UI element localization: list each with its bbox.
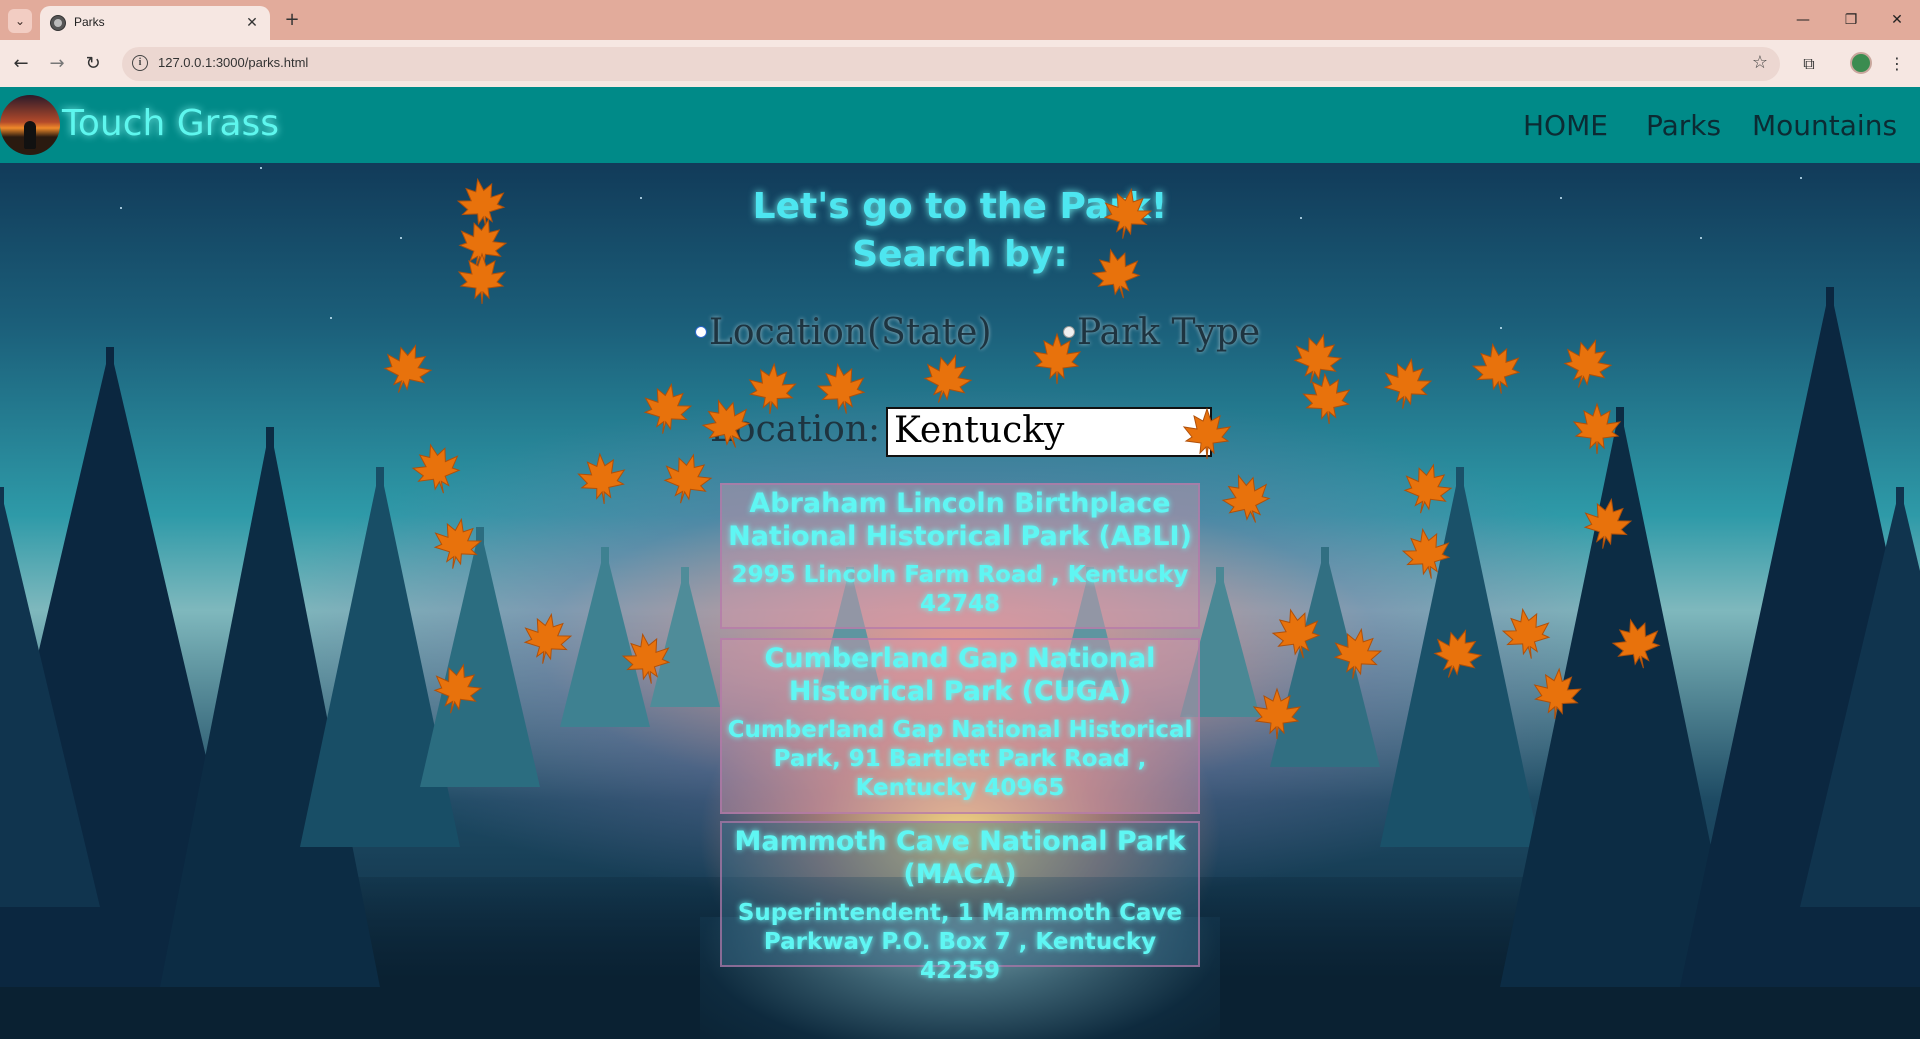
tree-trunk — [476, 527, 484, 787]
maple-leaf-icon — [636, 378, 699, 441]
page-viewport: Touch Grass HOME Parks Mountains Let's g… — [0, 87, 1920, 1039]
browser-tabstrip: ⌄ Parks ✕ + — ❐ ✕ — [0, 0, 1920, 40]
park-name[interactable]: Mammoth Cave National Park (MACA) — [722, 825, 1198, 891]
address-url[interactable]: 127.0.0.1:3000/parks.html — [158, 55, 308, 70]
star-icon[interactable]: ☆ — [1752, 52, 1768, 73]
park-address: Cumberland Gap National Historical Park,… — [727, 717, 1193, 801]
tab-title: Parks — [74, 15, 105, 29]
new-tab-plus-icon[interactable]: + — [280, 8, 304, 32]
tab-list-chevron-down-icon[interactable]: ⌄ — [8, 9, 32, 33]
maple-leaf-icon — [1466, 338, 1529, 401]
park-card[interactable]: Cumberland Gap National Historical Park … — [720, 638, 1200, 814]
browser-tab[interactable]: Parks ✕ — [40, 6, 270, 40]
star — [260, 167, 262, 169]
star — [1800, 177, 1802, 179]
tree-trunk — [106, 347, 114, 987]
tree-trunk — [1896, 487, 1904, 907]
star — [1500, 327, 1502, 329]
location-select[interactable]: Kentucky ⌄ — [886, 407, 1212, 457]
park-name[interactable]: Cumberland Gap National Historical Park … — [722, 642, 1198, 708]
reload-icon[interactable]: ↻ — [80, 51, 106, 77]
nav-mountains[interactable]: Mountains — [1752, 109, 1897, 142]
park-address: 2995 Lincoln Farm Road , Kentucky 42748 — [731, 562, 1189, 617]
location-label: Location: — [710, 409, 881, 450]
park-card[interactable]: Abraham Lincoln Birthplace National Hist… — [720, 483, 1200, 629]
page-title: Let's go to the Park! Search by: — [0, 183, 1920, 279]
maple-leaf-icon — [1552, 329, 1621, 398]
title-line-2: Search by: — [852, 234, 1068, 275]
maple-leaf-icon — [654, 446, 720, 512]
maple-leaf-icon — [372, 334, 441, 403]
tree-trunk — [0, 487, 4, 907]
maple-leaf-icon — [1212, 464, 1281, 533]
radio-location-label[interactable]: Location(State) — [709, 312, 992, 353]
chevron-down-icon[interactable]: ⌄ — [1191, 421, 1204, 441]
browser-toolbar: ← → ↻ i 127.0.0.1:3000/parks.html ☆ ⧉ ⋮ — [0, 40, 1920, 87]
park-address: Superintendent, 1 Mammoth Cave Parkway P… — [737, 900, 1183, 984]
location-select-value[interactable]: Kentucky — [894, 410, 1064, 451]
globe-icon — [50, 15, 66, 31]
tree-trunk — [1216, 567, 1224, 717]
maple-leaf-icon — [912, 344, 981, 413]
tree-trunk — [1321, 547, 1329, 767]
nav-home[interactable]: HOME — [1523, 109, 1608, 142]
nav-parks[interactable]: Parks — [1646, 109, 1721, 142]
back-arrow-icon[interactable]: ← — [8, 51, 34, 77]
maple-leaf-icon — [1298, 370, 1357, 429]
title-line-1: Let's go to the Park! — [752, 186, 1168, 227]
maple-leaf-icon — [1376, 353, 1439, 416]
puzzle-icon[interactable]: ⧉ — [1796, 51, 1822, 77]
close-tab-icon[interactable]: ✕ — [242, 13, 262, 33]
tree-trunk — [1456, 467, 1464, 847]
search-by-options: Location(State) Park Type — [695, 309, 1320, 353]
tree-trunk — [1616, 407, 1624, 987]
radio-location[interactable] — [695, 326, 707, 338]
address-bar[interactable]: i 127.0.0.1:3000/parks.html ☆ — [122, 47, 1780, 81]
tree-trunk — [376, 467, 384, 847]
forward-arrow-icon[interactable]: → — [44, 51, 70, 77]
maple-leaf-icon — [573, 450, 632, 509]
restore-icon[interactable]: ❐ — [1828, 6, 1874, 34]
pine-tree — [0, 487, 100, 907]
radio-park-type[interactable] — [1062, 326, 1075, 338]
logo[interactable] — [0, 95, 60, 155]
radio-park-type-label[interactable]: Park Type — [1077, 312, 1260, 353]
park-name[interactable]: Abraham Lincoln Birthplace National Hist… — [722, 487, 1198, 553]
site-header: Touch Grass HOME Parks Mountains — [0, 87, 1920, 163]
tree-trunk — [601, 547, 609, 727]
star — [330, 317, 332, 319]
site-brand[interactable]: Touch Grass — [62, 103, 279, 144]
tree-trunk — [681, 567, 689, 707]
info-icon[interactable]: i — [132, 55, 148, 71]
profile-avatar[interactable] — [1850, 52, 1872, 74]
kebab-menu-icon[interactable]: ⋮ — [1884, 51, 1910, 77]
tree-trunk — [266, 427, 274, 987]
window-close-icon[interactable]: ✕ — [1874, 6, 1920, 34]
park-card[interactable]: Mammoth Cave National Park (MACA) Superi… — [720, 821, 1200, 984]
minimize-icon[interactable]: — — [1780, 6, 1826, 34]
